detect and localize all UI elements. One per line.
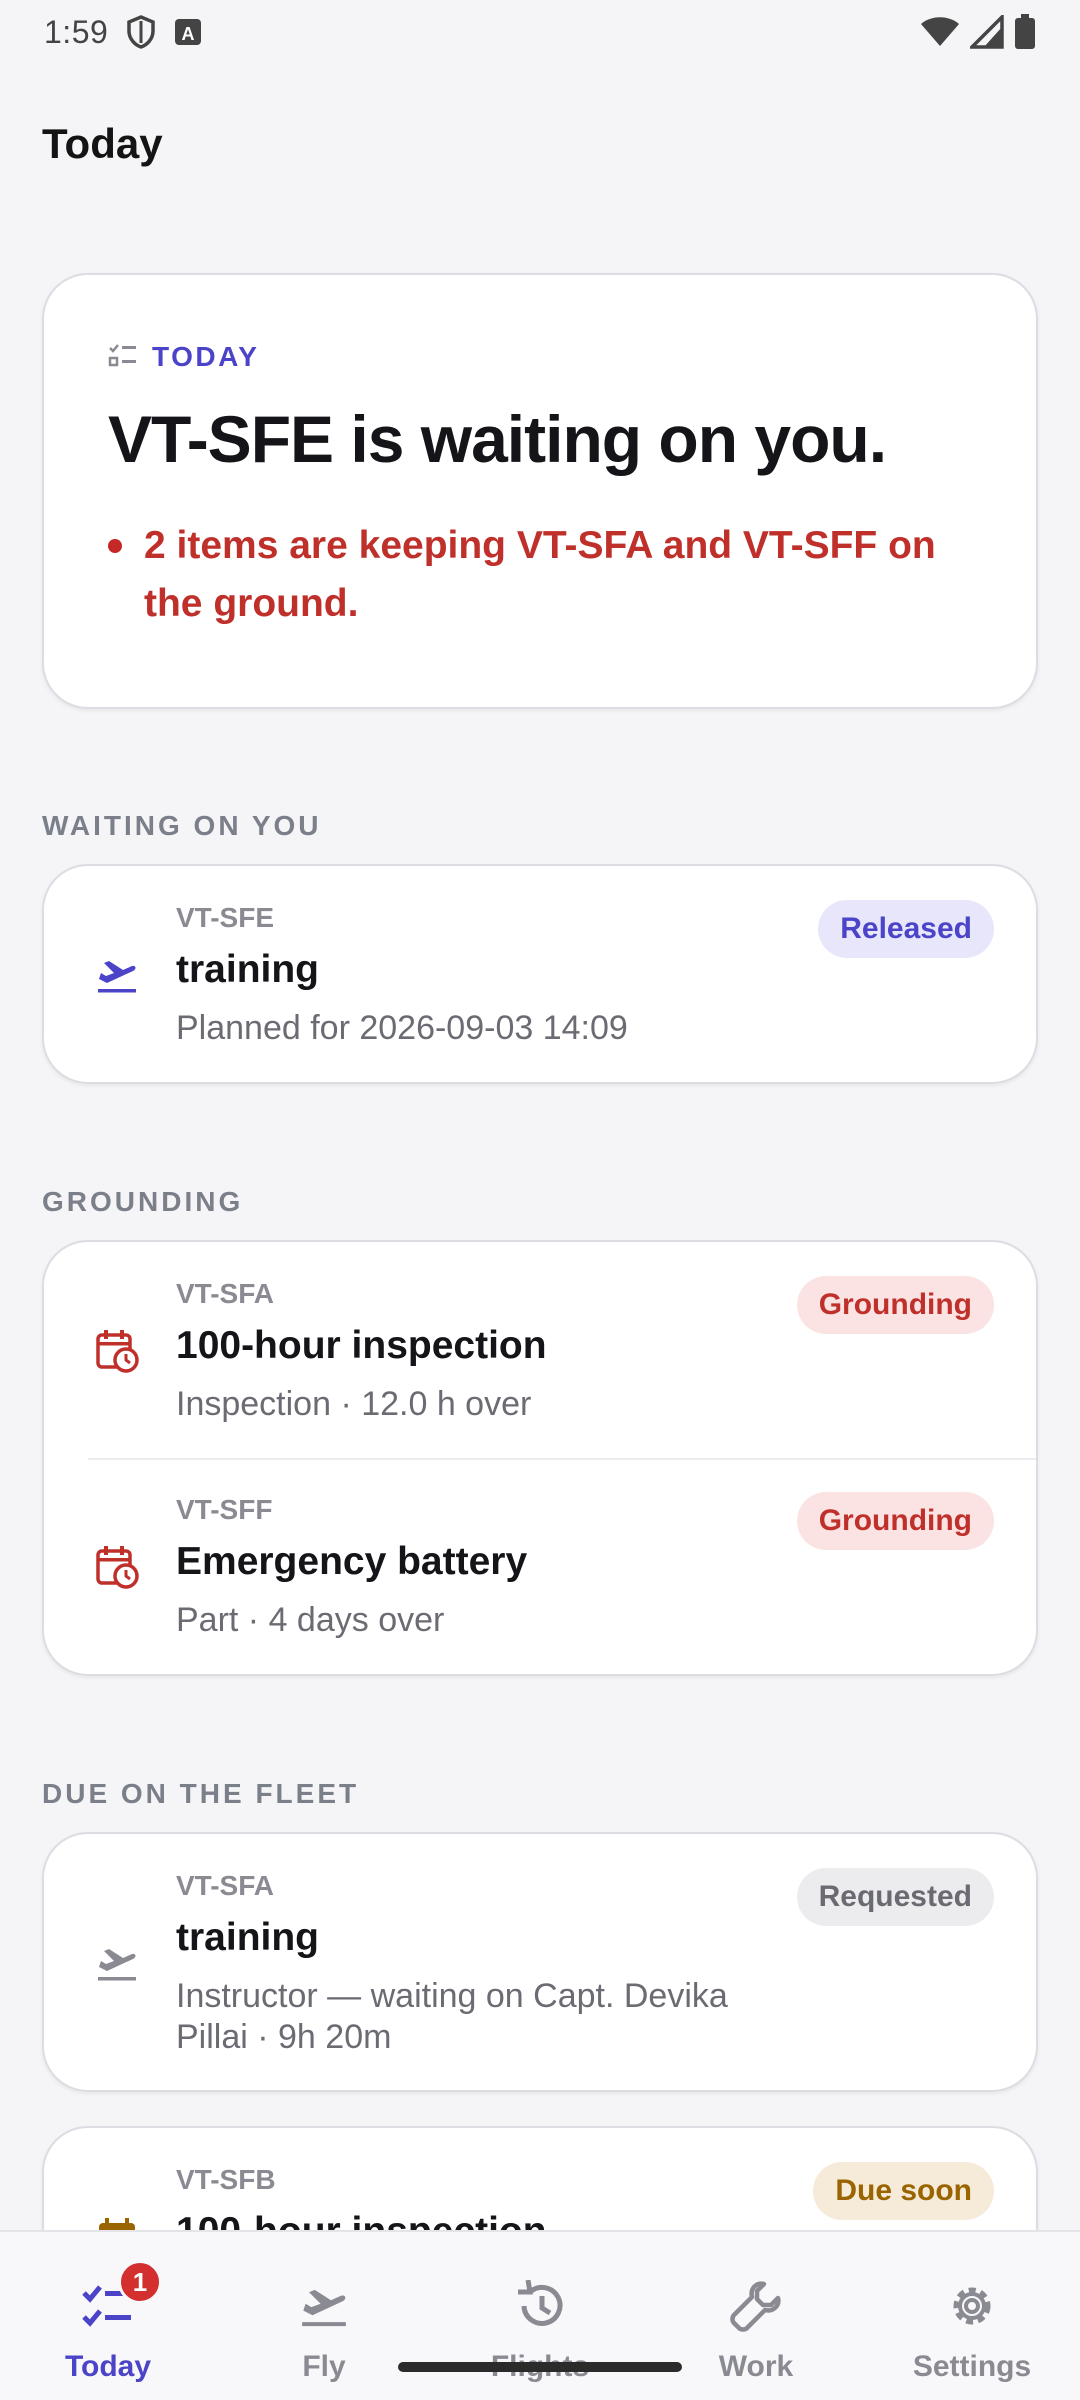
item-registration: VT-SFE	[176, 902, 275, 933]
item-registration: VT-SFA	[176, 1278, 275, 1309]
status-badge: Released	[818, 900, 994, 958]
waiting-card: VT-SFE training Planned for 2026-09-03 1…	[42, 864, 1038, 1084]
takeoff-icon	[92, 1938, 142, 1988]
signal-icon	[970, 15, 1004, 49]
nav-item-work[interactable]: Work	[656, 2232, 856, 2400]
nav-item-flights[interactable]: Flights	[440, 2232, 640, 2400]
item-registration: VT-SFA	[176, 1870, 275, 1901]
grounding-card: VT-SFA 100-hour inspection Inspection · …	[42, 1240, 1038, 1676]
status-badge: Due soon	[813, 2162, 994, 2220]
status-badge: Grounding	[796, 1492, 994, 1550]
alert-dot-icon	[108, 539, 122, 553]
battery-icon	[1014, 14, 1036, 50]
takeoff-icon	[92, 950, 142, 1000]
section-label-fleet: DUE ON THE FLEET	[42, 1778, 360, 1809]
status-badge: Grounding	[796, 1276, 994, 1334]
hero-headline: VT-SFE is waiting on you.	[108, 402, 887, 476]
notification-badge: 1	[118, 2260, 162, 2304]
section-label-waiting: WAITING ON YOU	[42, 810, 322, 841]
wrench-icon	[730, 2278, 782, 2334]
nav-item-settings[interactable]: Settings	[872, 2232, 1072, 2400]
fleet-card-1: VT-SFA training Instructor — waiting on …	[42, 1832, 1038, 2092]
item-title: training	[176, 948, 319, 991]
keyboard-a-icon: A	[174, 18, 202, 46]
calendar-clock-icon	[92, 1326, 142, 1376]
history-icon	[514, 2278, 566, 2334]
calendar-clock-icon	[92, 1542, 142, 1592]
grounding-alert: 2 items are keeping VT-SFA and VT-SFF on…	[108, 517, 972, 633]
alert-text: 2 items are keeping VT-SFA and VT-SFF on…	[144, 524, 936, 625]
today-summary-card: TODAY VT-SFE is waiting on you. 2 items …	[42, 273, 1038, 709]
page-title: Today	[42, 120, 163, 167]
checklist-icon	[108, 343, 138, 372]
item-subtitle: Instructor — waiting on Capt. Devika Pil…	[176, 1977, 728, 2056]
section-label-grounding: GROUNDING	[42, 1186, 244, 1217]
nav-item-today[interactable]: 1 Today	[8, 2232, 208, 2400]
hero-eyebrow: TODAY	[108, 341, 972, 373]
nav-label: Today	[64, 2350, 152, 2383]
item-registration: VT-SFB	[176, 2164, 276, 2195]
shield-icon	[126, 15, 156, 49]
status-bar: 1:59 A	[0, 0, 1080, 64]
status-time: 1:59	[44, 13, 109, 50]
nav-label: Fly	[302, 2350, 346, 2383]
item-subtitle: Planned for 2026-09-03 14:09	[176, 1009, 628, 1047]
nav-label: Work	[718, 2350, 794, 2383]
gear-icon	[946, 2278, 998, 2334]
item-title: Emergency battery	[176, 1540, 528, 1583]
takeoff-icon	[297, 2278, 351, 2334]
nav-label: Settings	[912, 2350, 1032, 2383]
item-subtitle: Inspection · 12.0 h over	[176, 1385, 532, 1423]
list-item[interactable]: VT-SFE training Planned for 2026-09-03 1…	[44, 866, 1036, 1082]
list-item[interactable]: VT-SFA training Instructor — waiting on …	[44, 1834, 1036, 2056]
status-badge: Requested	[796, 1868, 994, 1926]
wifi-icon	[920, 16, 960, 48]
list-item[interactable]: VT-SFA 100-hour inspection Inspection · …	[44, 1242, 1036, 1458]
bottom-navigation: 1 Today Fly Flights Work Settings	[0, 2230, 1080, 2400]
nav-item-fly[interactable]: Fly	[224, 2232, 424, 2400]
hero-eyebrow-label: TODAY	[152, 341, 260, 372]
item-registration: VT-SFF	[176, 1494, 273, 1525]
item-title: training	[176, 1916, 319, 1959]
svg-text:A: A	[182, 24, 195, 44]
list-item[interactable]: VT-SFF Emergency battery Part · 4 days o…	[44, 1458, 1036, 1674]
item-subtitle: Part · 4 days over	[176, 1601, 445, 1639]
item-title: 100-hour inspection	[176, 1324, 547, 1367]
gesture-bar[interactable]	[398, 2362, 682, 2372]
